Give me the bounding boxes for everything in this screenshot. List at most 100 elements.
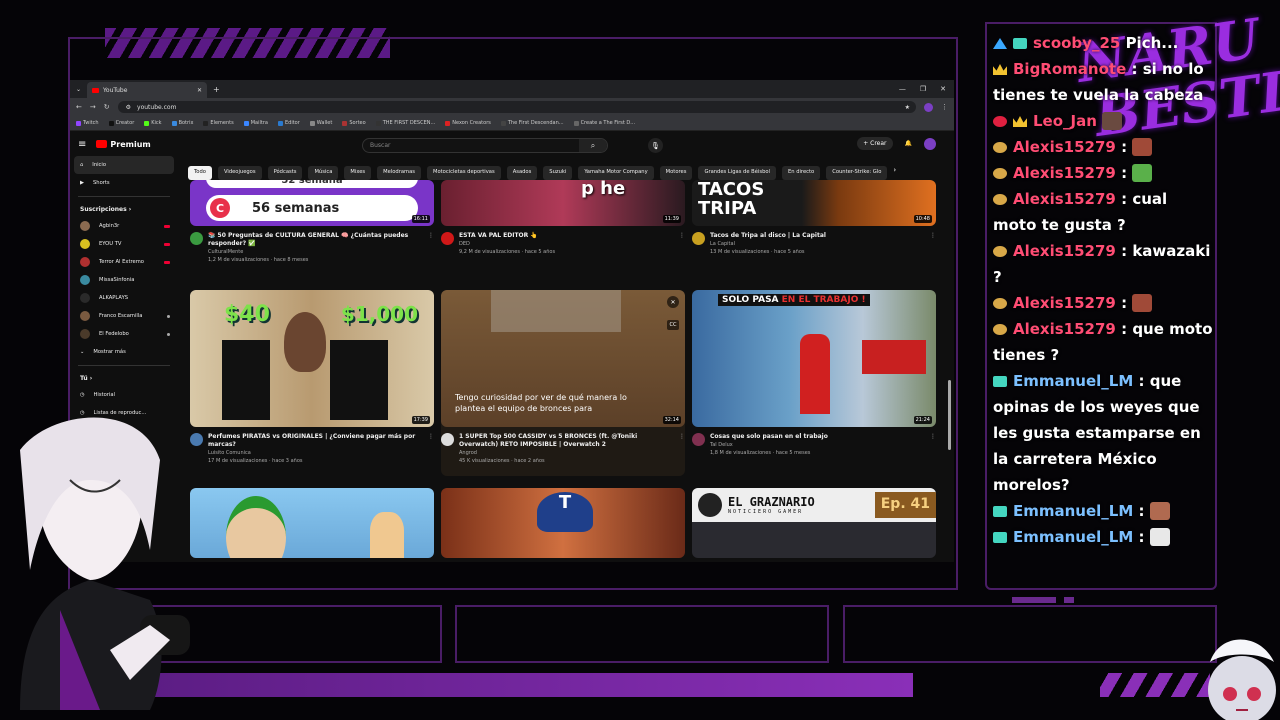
sidebar-you-item[interactable]: ◷ Historial xyxy=(70,386,178,404)
video-thumbnail[interactable]: TACOS TRIPA 10:48 xyxy=(692,180,936,226)
bookmark-item[interactable]: Nexon Creators xyxy=(445,120,491,126)
menu-icon[interactable]: ⋮ xyxy=(941,103,948,111)
sidebar-subscription[interactable]: ALKAPLAYS xyxy=(70,289,178,307)
more-icon[interactable]: ⋮ xyxy=(428,433,434,465)
address-bar[interactable]: ⚙ youtube.com ★ xyxy=(117,101,916,113)
channel-name[interactable]: Tal Delux xyxy=(710,442,828,449)
filter-chip[interactable]: Grandes Ligas de Béisbol xyxy=(698,166,776,180)
bookmark-item[interactable]: Create a The First D... xyxy=(573,120,635,126)
video-card[interactable] xyxy=(190,488,434,558)
bookmark-item[interactable]: Editor xyxy=(277,120,300,126)
tab-youtube[interactable]: YouTube ✕ xyxy=(87,82,208,98)
search-icon[interactable]: ⌕ xyxy=(579,139,607,152)
filter-chip[interactable]: Asados xyxy=(506,166,538,180)
channel-avatar[interactable] xyxy=(692,232,705,245)
channel-avatar[interactable] xyxy=(441,232,454,245)
video-card[interactable]: T xyxy=(441,488,685,558)
filter-chip[interactable]: Counter-Strike: Glo xyxy=(826,166,888,180)
chat-username[interactable]: Alexis15279 xyxy=(1013,242,1116,260)
video-card[interactable]: 52 semana C 56 semanas 16:11 📚 50 Pregun… xyxy=(190,180,434,264)
filter-chip[interactable]: Música xyxy=(308,166,339,180)
profile-icon[interactable] xyxy=(924,102,933,112)
sidebar-subscription[interactable]: Terror Al Extremo xyxy=(70,253,178,271)
create-button[interactable]: + Crear xyxy=(857,137,893,150)
bookmark-item[interactable]: Kick xyxy=(144,120,162,126)
chat-username[interactable]: scooby_25 xyxy=(1033,34,1120,52)
captions-icon[interactable]: CC xyxy=(667,320,679,330)
sidebar-subscription[interactable]: El Fedelobo xyxy=(70,325,178,343)
bookmark-item[interactable]: Mailtra xyxy=(243,120,268,126)
filter-chip[interactable]: Melodramas xyxy=(377,166,421,180)
video-thumbnail[interactable]: SOLO PASA EN EL TRABAJO ! 21:24 xyxy=(692,290,936,427)
chat-username[interactable]: Alexis15279 xyxy=(1013,164,1116,182)
restore-icon[interactable]: ❐ xyxy=(920,85,926,93)
avatar[interactable] xyxy=(924,137,936,150)
more-icon[interactable]: ⋮ xyxy=(930,433,936,457)
chat-username[interactable]: Alexis15279 xyxy=(1013,138,1116,156)
channel-name[interactable]: CulturalMente xyxy=(208,249,423,256)
bookmark-item[interactable]: Twitch xyxy=(76,120,99,126)
you-header[interactable]: Tú › xyxy=(70,370,178,386)
bookmark-item[interactable]: Botrix xyxy=(171,120,193,126)
channel-name[interactable]: La Capital xyxy=(710,241,826,248)
video-card[interactable]: SOLO PASA EN EL TRABAJO ! 21:24 Cosas qu… xyxy=(692,290,936,457)
video-title[interactable]: ESTA VA PAL EDITOR 👆 xyxy=(459,232,555,240)
chat-username[interactable]: Emmanuel_LM xyxy=(1013,372,1133,390)
video-card[interactable]: $40 $1,000 17:39 Perfumes PIRATAS vs ORI… xyxy=(190,290,434,465)
video-card[interactable]: p he 11:39 ESTA VA PAL EDITOR 👆 DED 9,2 … xyxy=(441,180,685,256)
video-thumbnail[interactable]: p he 11:39 xyxy=(441,180,685,226)
bookmark-item[interactable]: Wallet xyxy=(309,120,332,126)
reload-icon[interactable]: ↻ xyxy=(104,103,110,111)
mic-icon[interactable]: 🎙 xyxy=(648,138,663,153)
youtube-logo[interactable]: Premium xyxy=(96,140,151,149)
video-thumbnail[interactable]: T xyxy=(441,488,685,558)
chat-username[interactable]: Alexis15279 xyxy=(1013,294,1116,312)
bookmark-item[interactable]: THE FIRST DESCEN... xyxy=(375,120,435,126)
chat-username[interactable]: BigRomanote xyxy=(1013,60,1126,78)
chat-username[interactable]: Emmanuel_LM xyxy=(1013,502,1133,520)
close-window-icon[interactable]: ✕ xyxy=(940,85,946,93)
sidebar-subscription[interactable]: EYOU TV xyxy=(70,235,178,253)
video-title[interactable]: Cosas que solo pasan en el trabajo xyxy=(710,433,828,441)
filter-chip[interactable]: Mixes xyxy=(344,166,372,180)
new-tab-button[interactable]: + xyxy=(213,85,220,94)
channel-avatar[interactable] xyxy=(441,433,454,446)
search-input[interactable]: Buscar ⌕ xyxy=(362,138,608,153)
video-thumbnail[interactable]: EL GRAZNARIO NOTICIERO GAMER Ep. 41 xyxy=(692,488,936,558)
channel-name[interactable]: Luisito Comunica xyxy=(208,450,423,457)
filter-chip[interactable]: Todo xyxy=(188,166,212,180)
more-icon[interactable]: ⋮ xyxy=(930,232,936,256)
bell-icon[interactable]: 🔔 xyxy=(905,140,912,147)
bookmark-star-icon[interactable]: ★ xyxy=(905,104,910,111)
hamburger-icon[interactable]: ≡ xyxy=(78,139,86,150)
sidebar-item-inicio[interactable]: ⌂ Inicio xyxy=(74,156,174,174)
sidebar-subscription[interactable]: Agbin3r xyxy=(70,217,178,235)
more-icon[interactable]: ⋮ xyxy=(679,232,685,256)
bookmark-item[interactable]: Creator xyxy=(108,120,134,126)
filter-chip[interactable]: Videojuegos xyxy=(217,166,262,180)
page-scrollbar[interactable] xyxy=(948,380,951,450)
video-title[interactable]: 📚 50 Preguntas de CULTURA GENERAL 🧠 ¿Cuá… xyxy=(208,232,423,248)
video-card[interactable]: TACOS TRIPA 10:48 Tacos de Tripa al disc… xyxy=(692,180,936,256)
filter-chip[interactable]: En directo xyxy=(781,166,821,180)
bookmark-item[interactable]: The First Descendan... xyxy=(500,120,564,126)
sidebar-item-shorts[interactable]: ▶ Shorts xyxy=(70,174,178,192)
sidebar-subscription[interactable]: Franco Escamilla xyxy=(70,307,178,325)
chat-username[interactable]: Alexis15279 xyxy=(1013,320,1116,338)
video-card[interactable]: EL GRAZNARIO NOTICIERO GAMER Ep. 41 xyxy=(692,488,936,558)
video-thumbnail[interactable] xyxy=(190,488,434,558)
site-info-icon[interactable]: ⚙ xyxy=(126,104,131,111)
video-thumbnail[interactable]: 52 semana C 56 semanas 16:11 xyxy=(190,180,434,226)
channel-avatar[interactable] xyxy=(190,232,203,245)
channel-name[interactable]: DED xyxy=(459,241,555,248)
sidebar-subscription[interactable]: MissaSinfonia xyxy=(70,271,178,289)
mute-icon[interactable]: ✕ xyxy=(667,296,679,308)
minimize-icon[interactable]: — xyxy=(899,85,906,93)
channel-name[interactable]: Angrod xyxy=(459,450,674,457)
video-thumbnail[interactable]: Tengo curiosidad por ver de qué manera l… xyxy=(441,290,685,427)
chat-username[interactable]: Leo_Jan xyxy=(1033,112,1097,130)
back-icon[interactable]: ← xyxy=(76,103,82,111)
subscriptions-header[interactable]: Suscripciones › xyxy=(70,201,178,217)
filter-chip[interactable]: Yamaha Motor Company xyxy=(578,166,654,180)
filter-chip[interactable]: Pódcasts xyxy=(267,166,303,180)
